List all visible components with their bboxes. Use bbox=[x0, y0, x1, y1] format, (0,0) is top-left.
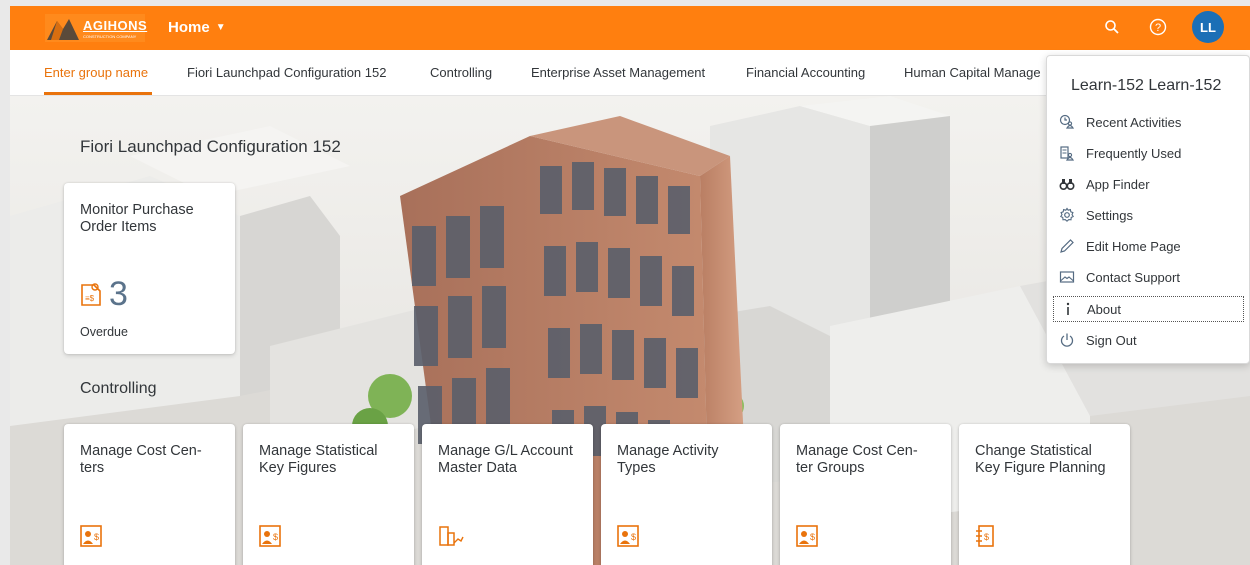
tile-kpi-value: 3 bbox=[109, 275, 128, 313]
svg-text:≡$: ≡$ bbox=[85, 294, 95, 303]
tile-title: Manage Cost Cen- ters bbox=[80, 443, 202, 476]
recent-activities-icon bbox=[1057, 112, 1077, 132]
section-title-controlling: Controlling bbox=[80, 380, 157, 397]
shell-actions: ? LL bbox=[1100, 11, 1224, 43]
menu-item-label: Recent Activities bbox=[1086, 114, 1182, 130]
tile-title: Monitor Purchase Order Items bbox=[80, 202, 194, 235]
tile-footer: Overdue bbox=[80, 325, 128, 339]
logo-text: AGIHONS bbox=[83, 18, 148, 33]
menu-item-frequently-used[interactable]: Frequently Used bbox=[1053, 140, 1244, 166]
tab-controlling[interactable]: Controlling bbox=[430, 65, 492, 80]
menu-item-label: Frequently Used bbox=[1086, 145, 1182, 161]
tile-manage-statistical-key-figures[interactable]: Manage Statistical Key Figures $ bbox=[243, 424, 414, 565]
tile-title: Manage G/L Account Master Data bbox=[438, 443, 573, 476]
tile-change-statistical-key-figure-planning[interactable]: Change Statistical Key Figure Planning $ bbox=[959, 424, 1130, 565]
gear-icon bbox=[1057, 205, 1077, 225]
svg-text:$: $ bbox=[94, 532, 99, 542]
tab-fiori-launchpad-configuration[interactable]: Fiori Launchpad Configuration 152 bbox=[187, 65, 386, 80]
tab-financial-accounting[interactable]: Financial Accounting bbox=[746, 65, 865, 80]
search-icon[interactable] bbox=[1100, 15, 1124, 39]
menu-item-edit-home-page[interactable]: Edit Home Page bbox=[1053, 233, 1244, 259]
tile-manage-cost-center-groups[interactable]: Manage Cost Cen- ter Groups $ bbox=[780, 424, 951, 565]
power-icon bbox=[1057, 330, 1077, 350]
cost-center-icon: $ bbox=[796, 525, 818, 547]
cost-center-icon: $ bbox=[259, 525, 281, 547]
home-label: Home bbox=[168, 19, 210, 36]
menu-item-settings[interactable]: Settings bbox=[1053, 202, 1244, 228]
menu-item-label: Edit Home Page bbox=[1086, 238, 1181, 254]
company-logo[interactable]: AGIHONS CONSTRUCTION COMPANY bbox=[45, 13, 147, 43]
purchase-order-icon: ≡$ bbox=[81, 283, 101, 306]
tab-enterprise-asset-management[interactable]: Enterprise Asset Management bbox=[531, 65, 705, 80]
svg-text:$: $ bbox=[631, 532, 636, 542]
menu-item-label: Contact Support bbox=[1086, 269, 1180, 285]
planning-doc-icon: $ bbox=[976, 525, 994, 547]
user-avatar[interactable]: LL bbox=[1192, 11, 1224, 43]
cost-center-icon: $ bbox=[80, 525, 102, 547]
active-tab-indicator bbox=[44, 92, 152, 95]
caret-down-icon: ▼ bbox=[215, 22, 226, 33]
cost-center-icon: $ bbox=[617, 525, 639, 547]
svg-text:$: $ bbox=[273, 532, 278, 542]
tile-manage-activity-types[interactable]: Manage Activity Types $ bbox=[601, 424, 772, 565]
menu-item-contact-support[interactable]: Contact Support bbox=[1053, 264, 1244, 290]
menu-item-recent-activities[interactable]: Recent Activities bbox=[1053, 109, 1244, 135]
menu-item-app-finder[interactable]: App Finder bbox=[1053, 171, 1244, 197]
pencil-icon bbox=[1057, 236, 1077, 256]
menu-item-label: About bbox=[1087, 301, 1121, 317]
menu-item-label: Settings bbox=[1086, 207, 1133, 223]
tile-title: Manage Cost Cen- ter Groups bbox=[796, 443, 918, 476]
tile-manage-gl-account-master-data[interactable]: Manage G/L Account Master Data bbox=[422, 424, 593, 565]
tile-title: Manage Activity Types bbox=[617, 443, 719, 476]
svg-text:$: $ bbox=[984, 532, 989, 542]
home-menu-button[interactable]: Home ▼ bbox=[168, 19, 226, 36]
menu-item-about[interactable]: About bbox=[1053, 296, 1244, 322]
menu-item-label: App Finder bbox=[1086, 176, 1150, 192]
building-chart-icon bbox=[439, 526, 464, 546]
svg-text:?: ? bbox=[1155, 22, 1161, 34]
shell-bar: AGIHONS CONSTRUCTION COMPANY Home ▼ ? LL bbox=[10, 6, 1250, 50]
tab-enter-group-name[interactable]: Enter group name bbox=[44, 65, 148, 80]
info-icon bbox=[1058, 299, 1078, 319]
menu-item-sign-out[interactable]: Sign Out bbox=[1053, 327, 1244, 353]
logo-subtext: CONSTRUCTION COMPANY bbox=[83, 34, 137, 39]
tile-monitor-purchase-order-items[interactable]: Monitor Purchase Order Items ≡$ 3 Overdu… bbox=[64, 183, 235, 354]
user-action-menu: Learn-152 Learn-152 Recent Activities Fr… bbox=[1046, 55, 1250, 364]
help-icon[interactable]: ? bbox=[1146, 15, 1170, 39]
tile-title: Manage Statistical Key Figures bbox=[259, 443, 378, 476]
tile-title: Change Statistical Key Figure Planning bbox=[975, 443, 1106, 476]
frequently-used-icon bbox=[1057, 143, 1077, 163]
menu-user-name: Learn-152 Learn-152 bbox=[1071, 77, 1222, 94]
menu-item-label: Sign Out bbox=[1086, 332, 1137, 348]
tab-human-capital-management[interactable]: Human Capital Manage bbox=[904, 65, 1041, 80]
binoculars-icon bbox=[1057, 174, 1077, 194]
envelope-icon bbox=[1057, 267, 1077, 287]
tile-manage-cost-centers[interactable]: Manage Cost Cen- ters $ bbox=[64, 424, 235, 565]
svg-text:$: $ bbox=[810, 532, 815, 542]
section-title-fiori: Fiori Launchpad Configuration 152 bbox=[80, 137, 341, 156]
